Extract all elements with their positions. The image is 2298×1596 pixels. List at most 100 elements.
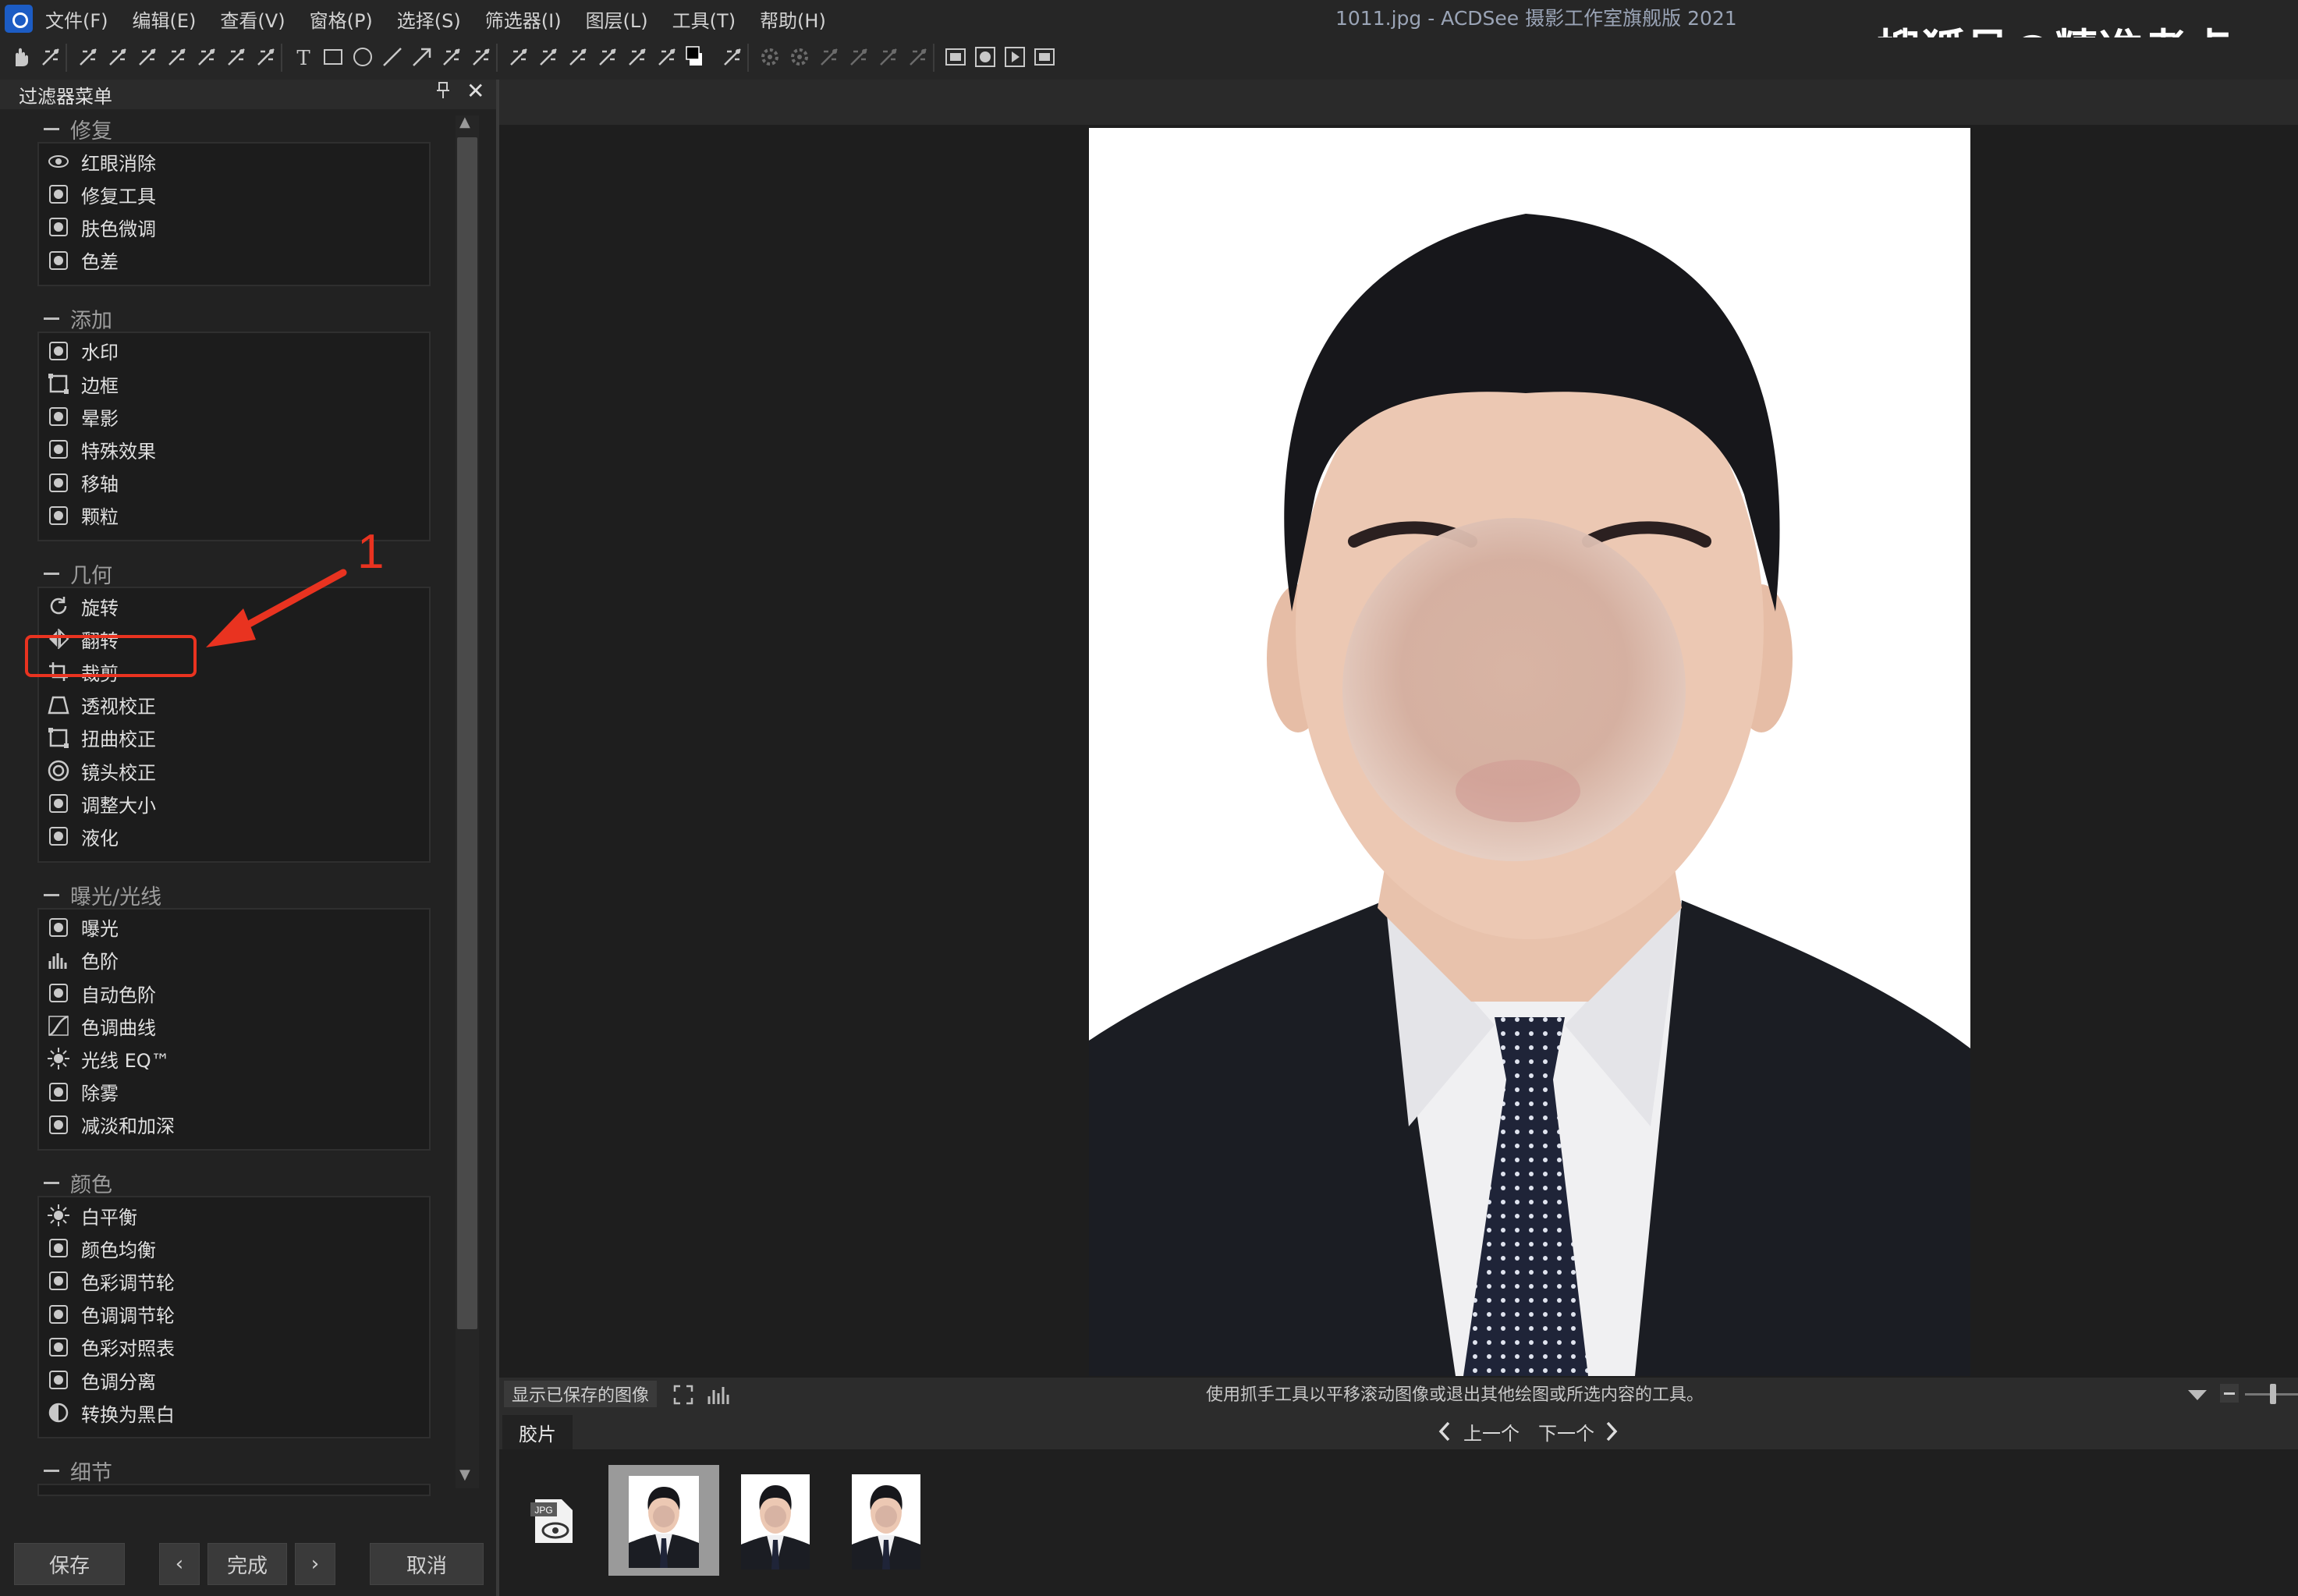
brush-icon[interactable] <box>507 45 530 69</box>
gear-dim-icon[interactable] <box>758 45 782 69</box>
fullscreen-icon[interactable] <box>672 1384 694 1409</box>
filter-item[interactable]: 旋转 <box>47 591 119 621</box>
thumbnail-3[interactable] <box>852 1474 920 1569</box>
filter-item[interactable]: 色调调节轮 <box>47 1300 175 1329</box>
cancel-button[interactable]: 取消 <box>370 1543 484 1585</box>
filter-item[interactable]: 颜色均衡 <box>47 1233 156 1263</box>
next-filter-button[interactable]: › <box>295 1543 335 1585</box>
show-saved-image-button[interactable]: 显示已保存的图像 <box>504 1381 658 1407</box>
menu-tools[interactable]: 工具(T) <box>672 5 736 33</box>
app-icon[interactable] <box>5 5 33 33</box>
mask-icon[interactable] <box>944 45 967 69</box>
next-image-link[interactable]: 下一个 <box>1538 1418 1594 1445</box>
polygon-tool-icon[interactable] <box>440 45 463 69</box>
menu-select[interactable]: 选择(S) <box>397 5 461 33</box>
group-header[interactable]: 修复 <box>70 114 112 144</box>
filter-item[interactable]: 色差 <box>47 246 119 275</box>
scroll-down-icon[interactable]: ▼ <box>459 1467 470 1483</box>
heal-icon[interactable] <box>537 45 560 69</box>
filter-item[interactable]: 色彩调节轮 <box>47 1266 175 1296</box>
collapse-group-icon[interactable] <box>44 128 59 130</box>
light-icon[interactable] <box>847 45 871 69</box>
settings-dim-icon[interactable] <box>788 45 811 69</box>
filter-item[interactable]: 曝光 <box>47 913 119 942</box>
histogram-icon[interactable] <box>707 1384 730 1409</box>
filter-item[interactable]: 自动色阶 <box>47 978 156 1008</box>
filter-item[interactable]: 色调分离 <box>47 1365 156 1395</box>
collapse-group-icon[interactable] <box>44 893 59 896</box>
pin-icon[interactable] <box>435 81 451 105</box>
filter-item[interactable]: 特殊效果 <box>47 434 156 464</box>
filter-item[interactable]: 水印 <box>47 336 119 366</box>
filter-item[interactable]: 镜头校正 <box>47 756 156 786</box>
group-header[interactable]: 几何 <box>70 559 112 588</box>
move-tool-icon[interactable] <box>39 45 62 69</box>
figure-icon[interactable] <box>817 45 841 69</box>
play-icon[interactable] <box>1003 45 1027 69</box>
eraser-icon[interactable] <box>596 45 619 69</box>
rectangle-tool-icon[interactable] <box>321 45 345 69</box>
ellipse-tool-icon[interactable] <box>351 45 374 69</box>
chevron-right-icon[interactable] <box>1604 1420 1619 1446</box>
filter-item[interactable]: 调整大小 <box>47 789 156 818</box>
filter-item[interactable]: 透视校正 <box>47 690 156 720</box>
group-header[interactable]: 曝光/光线 <box>70 880 161 910</box>
filter-item[interactable]: 色阶 <box>47 945 119 975</box>
prev-filter-button[interactable]: ‹ <box>159 1543 200 1585</box>
group-header[interactable]: 细节 <box>70 1456 112 1485</box>
thumbnail-1[interactable] <box>629 1476 699 1568</box>
arrow-tool-icon[interactable] <box>410 45 434 69</box>
filter-item[interactable]: 红眼消除 <box>47 147 156 176</box>
save-button[interactable]: 保存 <box>14 1543 125 1585</box>
menu-layer[interactable]: 图层(L) <box>586 5 648 33</box>
panel-title[interactable]: 过滤器菜单 <box>19 81 112 108</box>
close-icon[interactable]: ✕ <box>466 78 484 104</box>
chevron-left-icon[interactable] <box>1437 1420 1452 1446</box>
filter-item[interactable]: 白平衡 <box>47 1201 137 1230</box>
hand-tool-icon[interactable] <box>9 45 33 69</box>
filter-item[interactable]: 晕影 <box>47 402 119 431</box>
rotate-select-icon[interactable] <box>195 45 218 69</box>
menu-help[interactable]: 帮助(H) <box>760 5 826 33</box>
record-icon[interactable] <box>973 45 997 69</box>
filter-item[interactable]: 肤色微调 <box>47 212 156 242</box>
filter-item[interactable]: 液化 <box>47 821 119 851</box>
menu-file[interactable]: 文件(F) <box>45 5 108 33</box>
menu-edit[interactable]: 编辑(E) <box>133 5 197 33</box>
menu-view[interactable]: 查看(V) <box>220 5 285 33</box>
filter-item[interactable]: 扭曲校正 <box>47 723 156 753</box>
polygon-lasso-icon[interactable] <box>136 45 159 69</box>
filter-item[interactable]: 移轴 <box>47 468 119 498</box>
tab-filmstrip[interactable]: 胶片 <box>502 1415 573 1449</box>
blend-icon[interactable] <box>906 45 930 69</box>
collapse-group-icon[interactable] <box>44 573 59 575</box>
filter-item[interactable]: 转换为黑白 <box>47 1398 175 1428</box>
collapse-group-icon[interactable] <box>44 1182 59 1184</box>
color-picker-icon[interactable] <box>721 45 744 69</box>
filter-item[interactable]: 颗粒 <box>47 501 119 530</box>
prev-image-link[interactable]: 上一个 <box>1463 1418 1520 1445</box>
group-header[interactable]: 颜色 <box>70 1168 112 1197</box>
export-icon[interactable] <box>1033 45 1056 69</box>
filter-item[interactable]: 色彩对照表 <box>47 1332 175 1362</box>
panel-scroll-thumb[interactable] <box>457 137 477 1329</box>
thumbnail-2[interactable] <box>741 1474 810 1569</box>
zoom-dropdown-icon[interactable] <box>2186 1387 2209 1406</box>
color-swatch-icon[interactable] <box>685 45 708 69</box>
menu-filter[interactable]: 筛选器(I) <box>485 5 562 33</box>
lasso-icon[interactable] <box>225 45 248 69</box>
filter-item[interactable]: 除雾 <box>47 1077 119 1107</box>
filter-item[interactable]: 减淡和加深 <box>47 1110 175 1140</box>
select-brush-icon[interactable] <box>106 45 129 69</box>
scroll-up-icon[interactable]: ▲ <box>459 114 470 130</box>
filter-item[interactable]: 边框 <box>47 369 119 399</box>
zoom-out-button[interactable] <box>2220 1384 2239 1403</box>
filter-item[interactable]: 色调曲线 <box>47 1011 156 1041</box>
filter-item[interactable]: 光线 EQ™ <box>47 1044 170 1073</box>
magic-wand-icon[interactable] <box>254 45 278 69</box>
collapse-group-icon[interactable] <box>44 317 59 320</box>
gradient-icon[interactable] <box>566 45 590 69</box>
transform-icon[interactable] <box>165 45 189 69</box>
done-button[interactable]: 完成 <box>207 1543 287 1585</box>
filter-item[interactable]: 修复工具 <box>47 179 156 209</box>
